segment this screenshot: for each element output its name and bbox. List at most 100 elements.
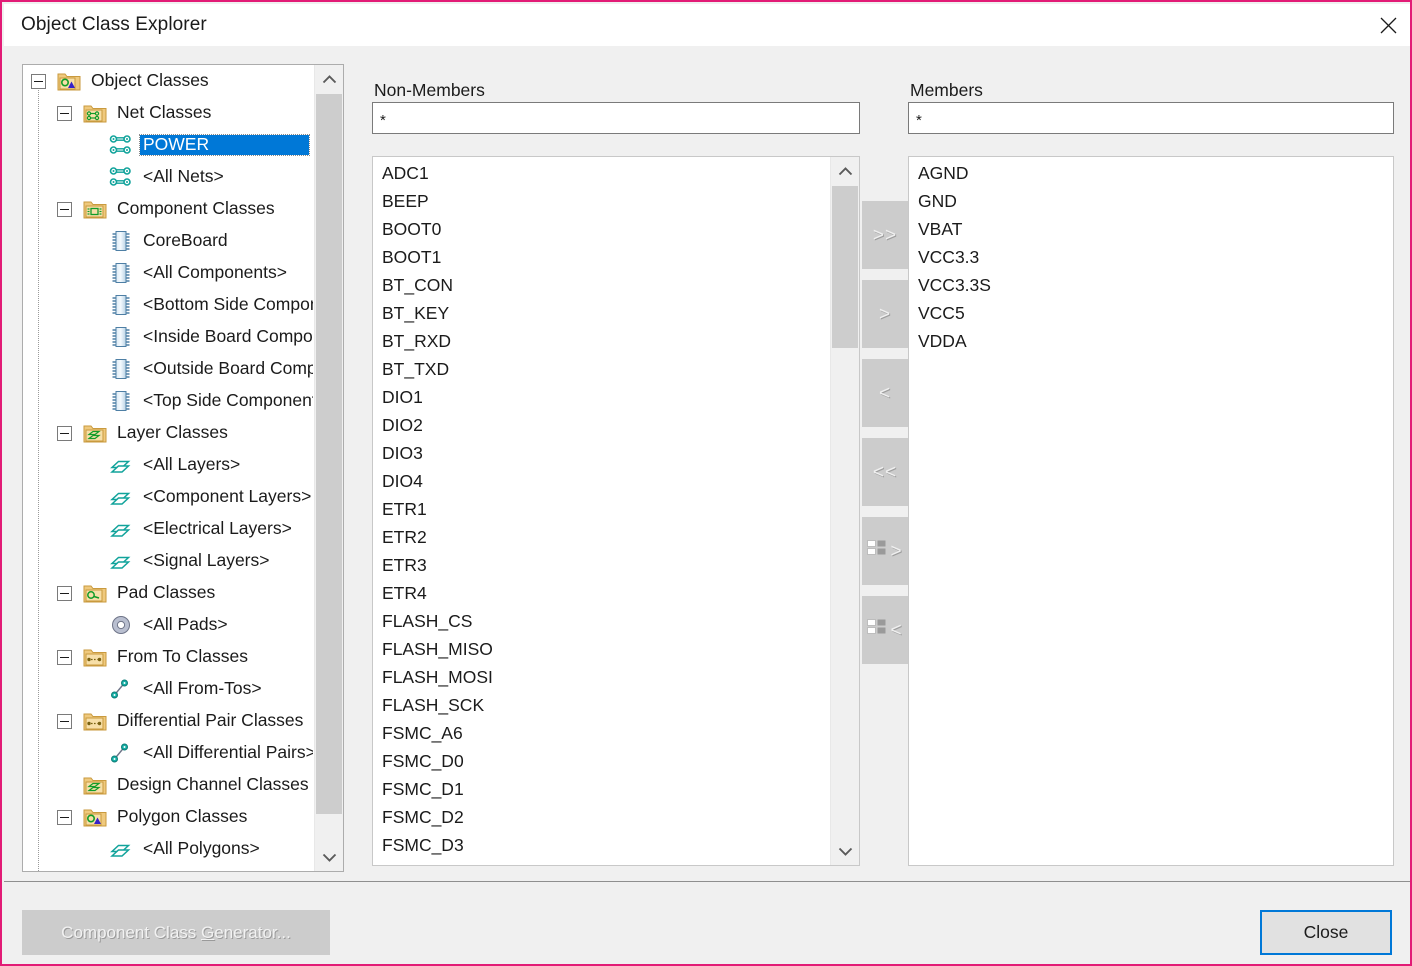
non-members-list-item[interactable]: BEEP [373,187,831,215]
non-members-scrollbar-thumb[interactable] [832,186,858,348]
title-bar: Object Class Explorer [4,4,1412,46]
close-button[interactable]: Close [1260,910,1392,955]
non-members-list-item[interactable]: FSMC_A6 [373,719,831,747]
remove-selected-button[interactable]: < [862,359,908,427]
members-list-item[interactable]: VBAT [909,215,1393,243]
tree-item-all-components[interactable]: <All Components> [23,257,313,289]
chevron-up-icon[interactable] [315,65,343,93]
members-list-item[interactable]: VCC5 [909,299,1393,327]
expander-collapse-icon[interactable] [57,586,72,601]
non-members-list-item[interactable]: BT_TXD [373,355,831,383]
non-members-list-item[interactable]: FLASH_SCK [373,691,831,719]
tree-item-from-to-classes[interactable]: From To Classes [23,641,313,673]
tree-item-all-polygons[interactable]: <All Polygons> [23,833,313,865]
tree-item-top-side-components[interactable]: <Top Side Components> [23,385,313,417]
non-members-list-item[interactable]: BT_RXD [373,327,831,355]
tree-item-net-classes[interactable]: Net Classes [23,97,313,129]
non-members-list-item[interactable]: DIO4 [373,467,831,495]
component-icon [109,357,135,381]
tree-scrollbar-thumb[interactable] [316,94,342,814]
tree-item-structure-classes[interactable]: Structure Classes [23,865,313,871]
non-members-list-item[interactable]: ADC1 [373,159,831,187]
non-members-list-item[interactable]: FLASH_CS [373,607,831,635]
expander-collapse-icon[interactable] [57,202,72,217]
chevron-up-icon[interactable] [831,157,859,185]
members-filter-input[interactable] [908,102,1394,134]
non-members-list-item[interactable]: ETR1 [373,495,831,523]
non-members-list-item[interactable]: DIO3 [373,439,831,467]
members-list-item[interactable]: VCC3.3 [909,243,1393,271]
tree-item-polygon-classes[interactable]: Polygon Classes [23,801,313,833]
non-members-list-item[interactable]: BOOT1 [373,243,831,271]
tree-item-electrical-layers[interactable]: <Electrical Layers> [23,513,313,545]
expander-collapse-icon[interactable] [57,106,72,121]
non-members-list-item[interactable]: ETR4 [373,579,831,607]
non-members-scrollbar[interactable] [830,157,859,865]
component-icon [109,293,135,317]
tree-item-power[interactable]: POWER [23,129,313,161]
tree-item-design-channel-classes[interactable]: Design Channel Classes [23,769,313,801]
tree-item-differential-pair-classes[interactable]: Differential Pair Classes [23,705,313,737]
fromto-classes-folder-icon [83,645,109,669]
non-members-list-item[interactable]: FSMC_D0 [373,747,831,775]
tree-item-coreboard[interactable]: CoreBoard [23,225,313,257]
non-members-list-item[interactable]: FLASH_MOSI [373,663,831,691]
layer-icon [109,485,135,509]
non-members-filter-input[interactable] [372,102,860,134]
tree-item-all-pads[interactable]: <All Pads> [23,609,313,641]
add-matching-button[interactable]: > [862,517,908,585]
non-members-list-item[interactable]: BT_CON [373,271,831,299]
add-all-button[interactable]: >> [862,201,908,269]
tree-item-pad-classes[interactable]: Pad Classes [23,577,313,609]
object-classes-folder-icon [57,69,83,93]
remove-all-button[interactable]: << [862,438,908,506]
expander-collapse-icon[interactable] [57,810,72,825]
tree-item-all-layers[interactable]: <All Layers> [23,449,313,481]
expander-collapse-icon[interactable] [31,74,46,89]
non-members-list-item[interactable]: FSMC_D3 [373,831,831,859]
tree-item-component-classes[interactable]: Component Classes [23,193,313,225]
members-list[interactable]: AGNDGNDVBATVCC3.3VCC3.3SVCC5VDDA [908,156,1394,866]
non-members-list-item[interactable]: ETR2 [373,523,831,551]
non-members-list-item[interactable]: FSMC_D2 [373,803,831,831]
add-selected-button[interactable]: > [862,280,908,348]
tree-item-all-from-tos[interactable]: <All From-Tos> [23,673,313,705]
non-members-list-item[interactable]: DIO1 [373,383,831,411]
tree-item-bottom-side-components[interactable]: <Bottom Side Components> [23,289,313,321]
non-members-list-item[interactable]: FSMC_D4 [373,859,831,865]
close-icon[interactable] [1364,4,1412,46]
chevron-down-icon[interactable] [831,837,859,865]
tree-item-outside-board-components[interactable]: <Outside Board Components> [23,353,313,385]
non-members-list-item[interactable]: BT_KEY [373,299,831,327]
tree-item-signal-layers[interactable]: <Signal Layers> [23,545,313,577]
expander-collapse-icon[interactable] [57,714,72,729]
non-members-list-item[interactable]: BOOT0 [373,215,831,243]
tree-item-label: Polygon Classes [114,807,251,828]
chevron-down-icon[interactable] [315,843,343,871]
fromto-icon [109,677,135,701]
tree-item-label: Design Channel Classes [114,775,313,796]
non-members-list-item[interactable]: FLASH_MISO [373,635,831,663]
tree-item-object-classes[interactable]: Object Classes [23,65,313,97]
non-members-list-item[interactable]: ETR3 [373,551,831,579]
tree-item-all-differential-pairs[interactable]: <All Differential Pairs> [23,737,313,769]
tree-item-label: Layer Classes [114,423,232,444]
component-class-generator-button[interactable]: Component Class Generator... [22,910,330,955]
members-list-item[interactable]: VDDA [909,327,1393,355]
layer-icon [109,517,135,541]
expander-collapse-icon[interactable] [57,426,72,441]
tree-item-component-layers[interactable]: <Component Layers> [23,481,313,513]
members-list-item[interactable]: AGND [909,159,1393,187]
tree-scrollbar[interactable] [314,65,343,871]
remove-matching-button[interactable]: < [862,596,908,664]
tree-item-inside-board-components[interactable]: <Inside Board Components> [23,321,313,353]
expander-collapse-icon[interactable] [57,650,72,665]
members-list-item[interactable]: VCC3.3S [909,271,1393,299]
tree-item-layer-classes[interactable]: Layer Classes [23,417,313,449]
non-members-list-item[interactable]: FSMC_D1 [373,775,831,803]
non-members-list[interactable]: ADC1BEEPBOOT0BOOT1BT_CONBT_KEYBT_RXDBT_T… [372,156,860,866]
members-list-item[interactable]: GND [909,187,1393,215]
object-class-tree[interactable]: Object ClassesNet ClassesPOWER<All Nets>… [22,64,344,872]
tree-item-all-nets[interactable]: <All Nets> [23,161,313,193]
non-members-list-item[interactable]: DIO2 [373,411,831,439]
